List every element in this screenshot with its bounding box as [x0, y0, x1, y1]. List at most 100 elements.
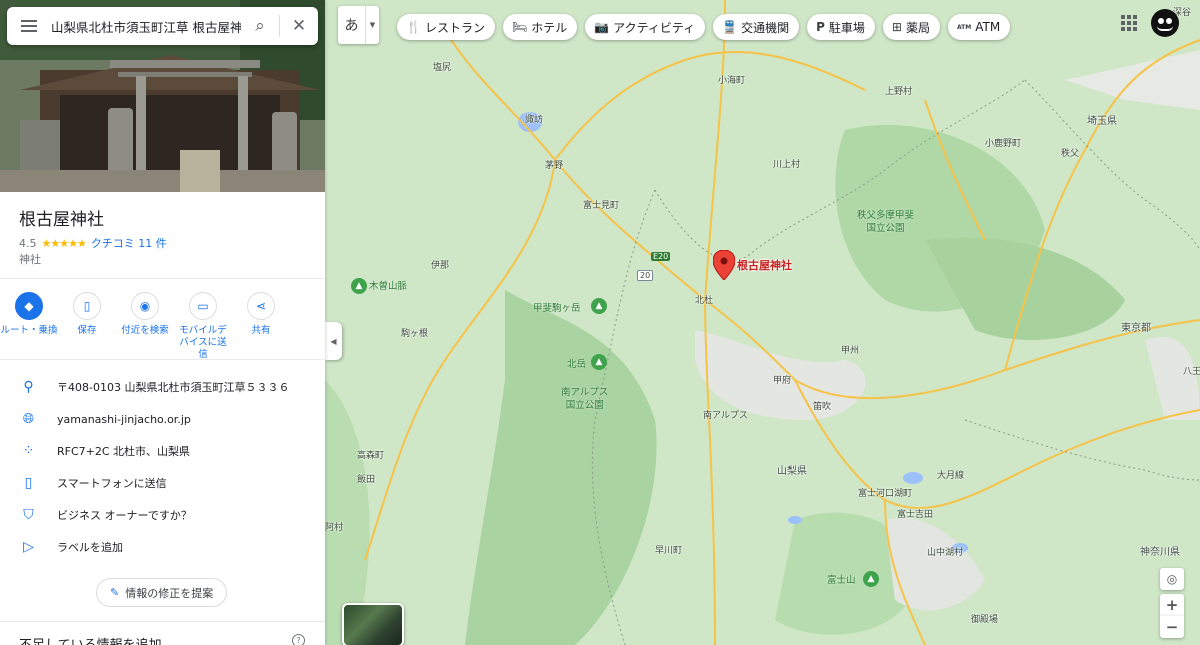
send-to-phone-button[interactable]: ▭ モバイルデバイスに送信	[174, 292, 232, 361]
chip-label: 交通機関	[741, 20, 790, 35]
search-input[interactable]: 山梨県北杜市須玉町江草 根古屋神社	[51, 17, 241, 36]
claim-business-text: ビジネス オーナーですか？	[57, 509, 192, 522]
chip-label: 駐車場	[828, 20, 865, 35]
map-label: 埼玉県	[1087, 116, 1117, 127]
map-label: 神奈川県	[1140, 547, 1180, 558]
map-label: 富士河口湖町	[858, 489, 913, 499]
directions-button[interactable]: ◆ ルート・乗換	[0, 292, 58, 361]
minus-icon: −	[1165, 618, 1179, 636]
restaurant-icon: 🍴	[406, 20, 421, 34]
send-to-phone-row[interactable]: ▯ スマートフォンに送信	[0, 467, 325, 499]
pharmacy-icon: ⊞	[891, 20, 902, 34]
apps-grid-icon[interactable]	[1121, 15, 1137, 31]
close-button[interactable]: ✕	[280, 7, 318, 45]
place-panel: 山梨県北杜市須玉町江草 根古屋神社 ⌕ ✕ 根古屋神社 4.5 ★★★★★ クチ…	[0, 0, 325, 645]
suggest-edit-button[interactable]: ✎ 情報の修正を提案	[96, 578, 228, 607]
map-label: 駒ヶ根	[401, 329, 429, 339]
chevron-down-icon[interactable]: ▼	[365, 6, 379, 44]
reviews-link[interactable]: クチコミ 11 件	[91, 235, 167, 251]
save-button[interactable]: ▯ 保存	[58, 292, 116, 361]
chip-atm[interactable]: ATM ATM	[948, 14, 1011, 40]
action-label: 保存	[77, 325, 97, 336]
map-label: 飯田	[357, 475, 376, 485]
chip-restaurant[interactable]: 🍴 レストラン	[397, 14, 495, 40]
input-tools-button[interactable]: あ ▼	[338, 6, 379, 44]
atm-icon: ATM	[957, 23, 972, 31]
action-label: ルート・乗換	[0, 325, 58, 336]
park-icon[interactable]: ▲	[351, 278, 367, 294]
park-icon[interactable]: ▲	[591, 354, 607, 370]
map-label: 東京都	[1121, 323, 1151, 334]
nearby-button[interactable]: ◉ 付近を検索	[116, 292, 174, 361]
map-label: 山中湖村	[927, 548, 964, 558]
map-label: 甲府	[773, 376, 792, 386]
map-label: 秩父	[1061, 149, 1080, 159]
place-category[interactable]: 神社	[19, 251, 41, 267]
search-box[interactable]: 山梨県北杜市須玉町江草 根古屋神社 ⌕ ✕	[7, 7, 318, 45]
add-label-row[interactable]: ▷ ラベルを追加	[0, 531, 325, 563]
plus-icon: +	[1165, 596, 1179, 614]
route-shield: E20	[651, 252, 671, 261]
chip-label: レストラン	[424, 20, 485, 35]
chip-hotel[interactable]: 🛏 ホテル	[502, 14, 578, 40]
route-shield: 20	[637, 270, 654, 281]
add-label-text: ラベルを追加	[57, 541, 123, 554]
map-label: 阿村	[325, 523, 344, 533]
chip-transit[interactable]: 🚆 交通機関	[713, 14, 800, 40]
category-chips: 🍴 レストラン 🛏 ホテル 📷 アクティビティ 🚆 交通機関 P 駐車場 ⊞ 薬局 ATM A…	[397, 14, 1011, 40]
my-location-icon: ◎	[1166, 572, 1178, 586]
map-label: 諏訪	[525, 115, 544, 125]
park-icon[interactable]: ▲	[591, 298, 607, 314]
place-pin-label[interactable]: 根古屋神社	[737, 257, 792, 273]
globe-icon: 🌐︎	[22, 411, 35, 427]
place-pin-icon[interactable]	[713, 250, 735, 280]
share-button[interactable]: ⋖ 共有	[232, 292, 290, 361]
rating-row: 4.5 ★★★★★ クチコミ 11 件	[19, 235, 167, 251]
location-pin-icon: ⚲	[23, 379, 34, 395]
park-label: 甲斐駒ヶ岳	[533, 303, 581, 314]
chip-activity[interactable]: 📷 アクティビティ	[585, 14, 706, 40]
park-label: 秩父多摩甲斐 国立公園	[857, 210, 915, 234]
action-label: 付近を検索	[121, 325, 169, 336]
nearby-icon: ◉	[131, 292, 159, 320]
suggest-edit-label: 情報の修正を提案	[125, 586, 214, 600]
transit-icon: 🚆	[722, 20, 738, 34]
map-label: 富士見町	[583, 201, 620, 211]
map-label: 茅野	[545, 161, 564, 171]
map-canvas[interactable]: 塩尻 諏訪 茅野 富士見町 小海町 川上村 上野村 埼玉県 小鹿野町 秩父 深谷…	[325, 0, 1200, 645]
layer-switcher-thumbnail[interactable]	[342, 603, 404, 645]
help-icon[interactable]: ?	[292, 634, 305, 645]
search-button[interactable]: ⌕	[241, 7, 279, 45]
map-label: 北杜	[695, 296, 714, 306]
map-label: 小海町	[718, 76, 746, 86]
bookmark-icon: ▯	[73, 292, 101, 320]
website-link[interactable]: yamanashi-jinjacho.or.jp	[57, 413, 191, 426]
park-label: 北岳	[567, 359, 587, 370]
my-location-button[interactable]: ◎	[1160, 568, 1184, 590]
chip-label: 薬局	[905, 20, 930, 35]
website-row[interactable]: 🌐︎ yamanashi-jinjacho.or.jp	[0, 403, 325, 435]
hamburger-menu-icon[interactable]	[7, 20, 51, 32]
address-row[interactable]: ⚲ 〒408-0103 山梨県北杜市須玉町江草５３３６	[0, 371, 325, 403]
share-icon: ⋖	[247, 292, 275, 320]
place-title: 根古屋神社	[19, 210, 104, 230]
pluscode-row[interactable]: ⁘ RFC7+2C 北杜市、山梨県	[0, 435, 325, 467]
zoom-in-button[interactable]: +	[1160, 594, 1184, 616]
chip-label: ATM	[975, 20, 1001, 34]
map-label: 甲州	[841, 346, 860, 356]
zoom-out-button[interactable]: −	[1160, 616, 1184, 638]
park-icon[interactable]: ▲	[863, 571, 879, 587]
map-label: 八王	[1183, 367, 1200, 377]
map-label: 早川町	[655, 546, 683, 556]
claim-business-row[interactable]: ⛉ ビジネス オーナーですか？	[0, 499, 325, 531]
park-label: 木曽山脈	[369, 281, 408, 292]
chip-parking[interactable]: P 駐車場	[807, 14, 875, 40]
avatar[interactable]	[1151, 9, 1179, 37]
pluscode-text: RFC7+2C 北杜市、山梨県	[57, 445, 191, 458]
phone-icon: ▯	[24, 475, 33, 491]
close-icon: ✕	[291, 16, 307, 36]
chip-pharmacy[interactable]: ⊞ 薬局	[882, 14, 940, 40]
collapse-panel-button[interactable]: ◀	[325, 322, 342, 360]
address-text: 〒408-0103 山梨県北杜市須玉町江草５３３６	[57, 381, 290, 394]
park-label: 富士山	[827, 575, 856, 586]
